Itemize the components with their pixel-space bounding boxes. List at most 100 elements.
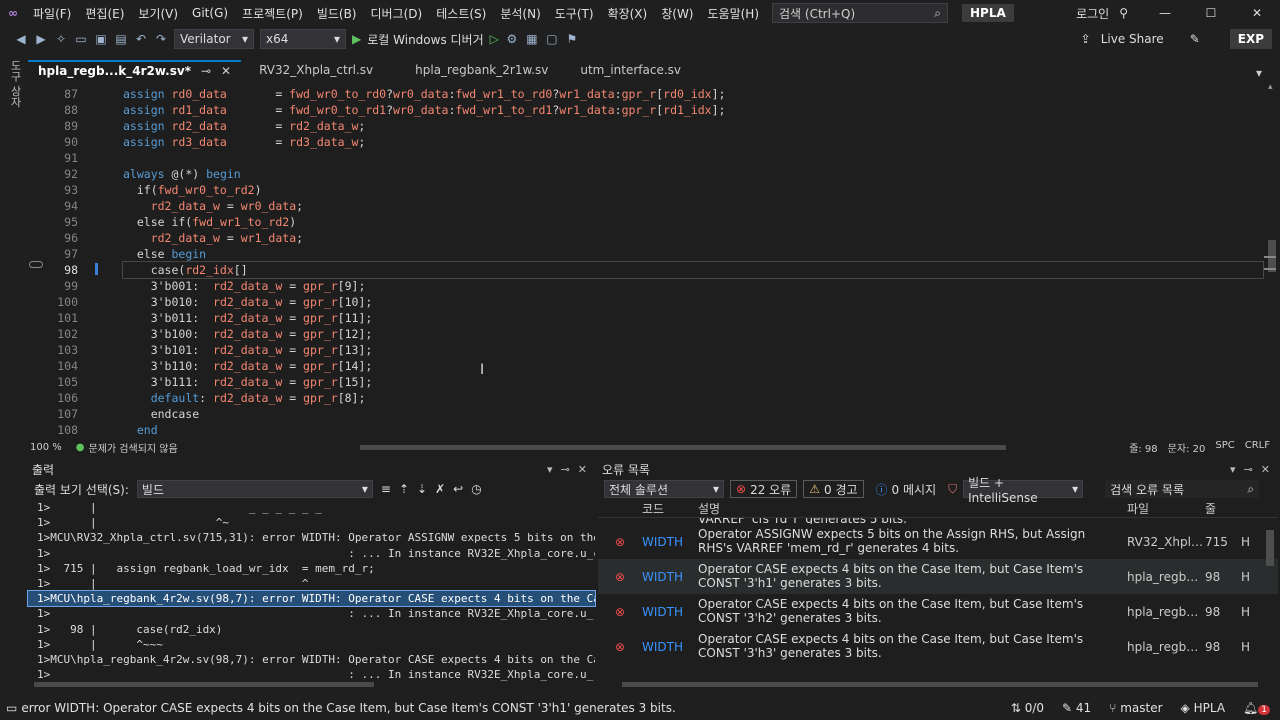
find-message-icon[interactable]: ≡ — [381, 482, 391, 496]
column-line[interactable]: 줄 — [1205, 500, 1241, 517]
close-icon[interactable]: ✕ — [221, 64, 231, 78]
output-line[interactable]: 1> 98 | case(rd2_idx) — [28, 622, 595, 637]
previous-message-icon[interactable]: ⇡ — [399, 482, 409, 496]
error-code[interactable]: WIDTH — [642, 605, 698, 619]
exp-button[interactable]: EXP — [1229, 29, 1272, 49]
error-list-vertical-scrollbar[interactable] — [1266, 530, 1274, 566]
build-icon[interactable]: ⚙ — [505, 32, 519, 46]
menu-tools[interactable]: 도구(T) — [548, 5, 601, 22]
platform-select[interactable]: x64 ▾ — [260, 29, 346, 49]
output-line[interactable]: 1>MCU\hpla_regbank_4r2w.sv(98,7): error … — [28, 652, 595, 667]
clear-all-icon[interactable]: ✗ — [435, 482, 445, 496]
output-line[interactable]: 1> : ... In instance RV32E_Xhpla_core.u_… — [28, 667, 595, 682]
forward-icon[interactable]: ▶ — [34, 32, 48, 46]
start-debugging-icon[interactable]: ▶ — [352, 32, 361, 46]
column-file[interactable]: 파일 — [1123, 500, 1205, 517]
zoom-level[interactable]: 100 % — [30, 442, 62, 453]
menu-debug[interactable]: 디버그(D) — [364, 5, 430, 22]
output-line[interactable]: 1> | ^ — [28, 576, 595, 591]
output-horizontal-scrollbar[interactable] — [34, 682, 374, 687]
git-repo-status[interactable]: ◈ HPLA — [1181, 701, 1225, 715]
error-list-horizontal-scrollbar[interactable] — [622, 682, 1258, 687]
word-wrap-icon[interactable]: ↩ — [453, 482, 463, 496]
whitespace-mode[interactable]: SPC — [1215, 440, 1234, 455]
open-folder-icon[interactable]: ▭ — [74, 32, 88, 46]
column-description[interactable]: 설명 — [698, 500, 1123, 517]
save-icon[interactable]: ▣ — [94, 32, 108, 46]
live-share-icon[interactable]: ⇪ — [1081, 32, 1091, 46]
output-line[interactable]: 1> : ... In instance RV32E_Xhpla_core.u_… — [28, 606, 595, 621]
git-sync-status[interactable]: ⇅ 0/0 — [1011, 701, 1044, 715]
configuration-select[interactable]: Verilator ▾ — [174, 29, 254, 49]
error-source-select[interactable]: 빌드 + IntelliSense ▾ — [963, 476, 1084, 505]
maximize-button[interactable]: ☐ — [1188, 6, 1234, 20]
close-icon[interactable]: ✕ — [1261, 463, 1270, 476]
comment-icon[interactable]: ▢ — [545, 32, 559, 46]
error-row[interactable]: ⊗ WIDTH Operator CASE expects 4 bits on th… — [598, 594, 1278, 629]
breakpoint-margin-marker[interactable] — [29, 261, 43, 268]
next-message-icon[interactable]: ⇣ — [417, 482, 427, 496]
editor-horizontal-scrollbar[interactable] — [360, 445, 1006, 450]
error-row[interactable]: ⊗ WIDTH Operator ASSIGNW expects 5 bits on… — [598, 524, 1278, 559]
close-window-button[interactable]: ✕ — [1234, 6, 1280, 20]
output-line[interactable]: 1> | ^~ — [28, 515, 595, 530]
git-changes-status[interactable]: ✎ 41 — [1062, 701, 1091, 715]
menu-extensions[interactable]: 확장(X) — [601, 5, 655, 22]
menu-view[interactable]: 보기(V) — [131, 5, 185, 22]
output-source-select[interactable]: 빌드 ▾ — [136, 480, 373, 498]
menu-build[interactable]: 빌드(B) — [310, 5, 364, 22]
code-editor[interactable]: 87 88 89 90 91 92 93 94 95 96 97 98 99 100 101 102 103 10… — [28, 82, 1268, 438]
account-icon[interactable]: ⚲ — [1119, 6, 1142, 20]
filter-icon[interactable]: ⛉ — [948, 482, 957, 497]
menu-test[interactable]: 테스트(S) — [429, 5, 493, 22]
issues-status[interactable]: 문제가 검색되지 않음 — [89, 440, 178, 455]
line-ending[interactable]: CRLF — [1245, 440, 1270, 455]
output-line[interactable]: 1> | _ _ _ _ _ _ — [28, 500, 595, 515]
output-line[interactable]: 1> | ^~~~ — [28, 637, 595, 652]
menu-git[interactable]: Git(G) — [185, 6, 235, 20]
clock-icon[interactable]: ◷ — [471, 482, 481, 496]
close-icon[interactable]: ✕ — [578, 463, 587, 476]
pin-icon[interactable]: ⊸ — [1244, 463, 1253, 476]
menu-project[interactable]: 프로젝트(P) — [235, 5, 310, 22]
back-icon[interactable]: ◀ — [14, 32, 28, 46]
tab-utm-interface[interactable]: utm_interface.sv — [570, 60, 691, 80]
feedback-icon[interactable]: ✎ — [1190, 32, 1200, 46]
git-branch-status[interactable]: ⑂ master — [1109, 701, 1162, 715]
error-code[interactable]: WIDTH — [642, 640, 698, 654]
menu-file[interactable]: 파일(F) — [26, 5, 78, 22]
error-search-input[interactable]: 검색 오류 목록 ⌕ — [1105, 480, 1260, 498]
login-button[interactable]: 로그인 — [1066, 5, 1119, 22]
tab-hpla-regbank-2r1w[interactable]: hpla_regbank_2r1w.sv — [405, 60, 558, 80]
start-debugging-button[interactable]: 로컬 Windows 디버거 — [367, 31, 483, 48]
bookmark-icon[interactable]: ⚑ — [565, 32, 579, 46]
error-code[interactable]: WIDTH — [642, 535, 698, 549]
pin-icon[interactable]: ⊸ — [201, 64, 211, 78]
menu-help[interactable]: 도움말(H) — [701, 5, 767, 22]
chevron-down-icon[interactable]: ▾ — [547, 463, 553, 476]
output-line[interactable]: 1> : ... In instance RV32E_Xhpla_core.u_… — [28, 546, 595, 561]
save-all-icon[interactable]: ▤ — [114, 32, 128, 46]
output-line[interactable]: 1> 715 | assign regbank_load_wr_idx = me… — [28, 561, 595, 576]
minimize-button[interactable]: — — [1142, 6, 1188, 20]
output-line[interactable]: 1>MCU\hpla_regbank_4r2w.sv(98,7): error … — [27, 590, 596, 608]
messages-filter-button[interactable]: ⓘ 0 메시지 — [870, 480, 943, 498]
search-input[interactable]: 검색 (Ctrl+Q) ⌕ — [772, 3, 949, 23]
menu-edit[interactable]: 편집(E) — [78, 5, 131, 22]
tab-hpla-regbank-4r2w[interactable]: hpla_regb...k_4r2w.sv* ⊸ ✕ — [28, 60, 242, 80]
tab-rv32-xhpla-ctrl[interactable]: RV32_Xhpla_ctrl.sv — [249, 60, 383, 80]
start-without-debugging-icon[interactable]: ▷ — [490, 32, 499, 46]
chevron-down-icon[interactable]: ▾ — [1230, 463, 1236, 476]
menu-analyze[interactable]: 분석(N) — [493, 5, 547, 22]
output-text[interactable]: 1> | _ _ _ _ _ _ 1> | ^~ 1>MCU\RV32_Xhpla_… — [27, 500, 596, 682]
new-project-icon[interactable]: ✧ — [54, 32, 68, 46]
window-layout-icon[interactable]: ▦ — [525, 32, 539, 46]
error-row[interactable]: ⊗ WIDTH Operator CASE expects 4 bits on th… — [598, 629, 1278, 664]
scroll-up-icon[interactable]: ▴ — [1268, 82, 1273, 92]
error-scope-select[interactable]: 전체 솔루션 ▾ — [604, 480, 724, 498]
pin-icon[interactable]: ⊸ — [561, 463, 570, 476]
warnings-filter-button[interactable]: ⚠ 0 경고 — [803, 480, 864, 498]
toolbox-tab[interactable]: 도구 상자 — [7, 60, 23, 108]
redo-icon[interactable]: ↷ — [154, 32, 168, 46]
errors-filter-button[interactable]: ⊗ 22 오류 — [730, 480, 798, 498]
